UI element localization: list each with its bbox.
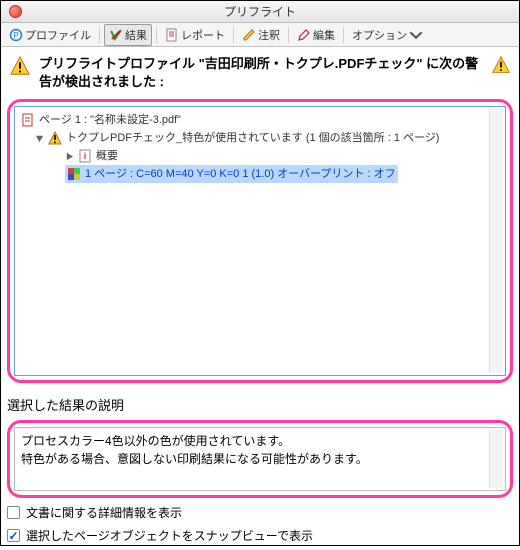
toolbar-separator bbox=[233, 27, 234, 43]
description-label: 選択した結果の説明 bbox=[7, 395, 513, 414]
window-titlebar: プリフライト bbox=[1, 1, 519, 23]
disclosure-open-icon[interactable] bbox=[35, 134, 44, 143]
toolbar-separator bbox=[288, 27, 289, 43]
tree-rule-row[interactable]: トクプレPDFチェック_特色が使用されています (1 個の該当箇所 : 1 ペー… bbox=[21, 129, 499, 147]
tab-edit[interactable]: 編集 bbox=[293, 24, 339, 46]
tab-results[interactable]: 結果 bbox=[104, 24, 152, 46]
warning-small-icon bbox=[48, 131, 62, 145]
warning-icon bbox=[9, 55, 31, 77]
edit-icon bbox=[297, 28, 311, 42]
warning-text: プリフライトプロファイル "吉田印刷所・トクプレ.PDFチェック" に次の警告が… bbox=[39, 55, 483, 91]
warning-header: プリフライトプロファイル "吉田印刷所・トクプレ.PDFチェック" に次の警告が… bbox=[7, 51, 513, 97]
tab-options[interactable]: オプション bbox=[348, 24, 427, 46]
tab-profile[interactable]: P プロファイル bbox=[5, 24, 95, 46]
pdf-icon bbox=[21, 113, 35, 127]
profile-icon: P bbox=[9, 28, 23, 42]
tree-summary-row[interactable]: i 概要 bbox=[21, 147, 499, 165]
close-button[interactable] bbox=[9, 5, 22, 18]
content-area: プリフライトプロファイル "吉田印刷所・トクプレ.PDFチェック" に次の警告が… bbox=[1, 47, 519, 550]
svg-text:i: i bbox=[84, 151, 87, 161]
results-icon bbox=[109, 28, 123, 42]
tab-annotate[interactable]: 注釈 bbox=[238, 24, 284, 46]
info-icon: i bbox=[78, 149, 92, 163]
toolbar-separator bbox=[343, 27, 344, 43]
warning-icon-right bbox=[491, 55, 511, 75]
checkbox-snapview[interactable] bbox=[7, 529, 20, 542]
results-tree[interactable]: ページ 1 : "名称未設定-3.pdf" トクプレPDFチェック_特色が使用さ… bbox=[14, 106, 506, 376]
check-snapview-row[interactable]: 選択したページオブジェクトをスナップビューで表示 bbox=[7, 527, 513, 544]
tree-hit-row[interactable]: 1 ページ : C=60 M=40 Y=0 K=0 1 (1.0) オーバープリ… bbox=[21, 165, 499, 183]
window-title: プリフライト bbox=[224, 5, 296, 19]
description-box: プロセスカラー4色以外の色が使用されています。 特色がある場合、意図しない印刷結… bbox=[14, 427, 506, 491]
report-icon bbox=[165, 28, 179, 42]
description-highlight: プロセスカラー4色以外の色が使用されています。 特色がある場合、意図しない印刷結… bbox=[7, 420, 513, 498]
check-doc-details-label: 文書に関する詳細情報を表示 bbox=[26, 504, 182, 521]
description-line2: 特色がある場合、意図しない印刷結果になる可能性があります。 bbox=[21, 450, 499, 468]
tab-report[interactable]: レポート bbox=[161, 24, 229, 46]
scrollbar[interactable] bbox=[489, 430, 503, 488]
checkbox-doc-details[interactable] bbox=[7, 506, 20, 519]
disclosure-closed-icon[interactable] bbox=[65, 152, 74, 161]
toolbar-separator bbox=[99, 27, 100, 43]
toolbar-separator bbox=[156, 27, 157, 43]
check-doc-details-row[interactable]: 文書に関する詳細情報を表示 bbox=[7, 504, 513, 521]
results-highlight: ページ 1 : "名称未設定-3.pdf" トクプレPDFチェック_特色が使用さ… bbox=[7, 99, 513, 383]
svg-text:P: P bbox=[13, 31, 18, 40]
scrollbar[interactable] bbox=[489, 109, 503, 373]
description-line1: プロセスカラー4色以外の色が使用されています。 bbox=[21, 432, 499, 450]
chevron-down-icon bbox=[409, 28, 423, 42]
tree-page-header[interactable]: ページ 1 : "名称未設定-3.pdf" bbox=[21, 111, 499, 129]
annotate-icon bbox=[242, 28, 256, 42]
swatch-icon bbox=[67, 167, 81, 181]
toolbar: P プロファイル 結果 レポート 注釈 編集 オプション bbox=[1, 23, 519, 47]
check-snapview-label: 選択したページオブジェクトをスナップビューで表示 bbox=[26, 527, 313, 544]
